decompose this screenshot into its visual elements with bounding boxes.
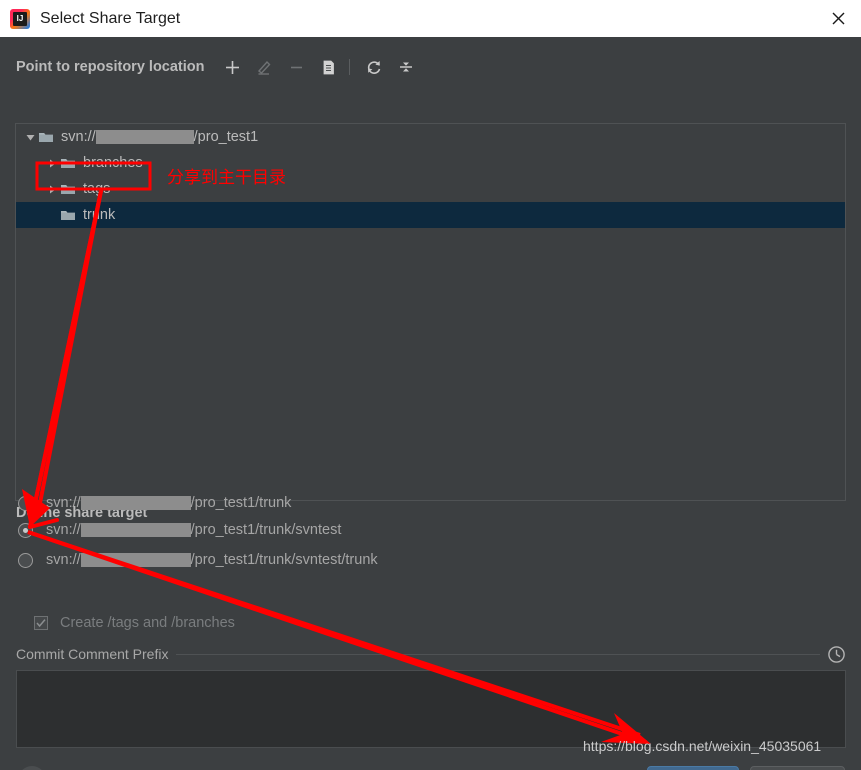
tree-node-prefix: trunk xyxy=(83,207,116,223)
intellij-idea-icon: IJ xyxy=(10,8,30,29)
collapse-all-button[interactable] xyxy=(392,54,420,80)
folder-icon xyxy=(60,181,76,197)
share-target-option[interactable]: svn:// /pro_test1/trunk xyxy=(18,490,291,516)
remove-repository-button[interactable] xyxy=(283,54,311,80)
cancel-button[interactable]: Cancel xyxy=(750,766,845,770)
redacted-host-block xyxy=(80,496,191,510)
radio-button[interactable] xyxy=(18,552,33,568)
folder-icon xyxy=(38,129,54,145)
option-suffix: /pro_test1/trunk/svntest xyxy=(190,522,342,538)
window-title: Select Share Target xyxy=(40,9,181,27)
help-button[interactable]: ? xyxy=(18,766,46,770)
commit-comment-prefix-header: Commit Comment Prefix xyxy=(16,644,846,664)
share-button[interactable]: Share xyxy=(647,766,739,770)
commit-comment-prefix-label: Commit Comment Prefix xyxy=(16,646,169,662)
redacted-host-block xyxy=(80,553,191,567)
share-target-option-label: svn:// /pro_test1/trunk/svntest/trunk xyxy=(46,552,378,568)
radio-button[interactable] xyxy=(18,495,33,511)
checkbox-box xyxy=(34,616,48,630)
option-suffix: /pro_test1/trunk/svntest/trunk xyxy=(190,552,378,568)
option-prefix: svn:// xyxy=(46,522,81,538)
share-target-option-label: svn:// /pro_test1/trunk/svntest xyxy=(46,522,341,538)
repository-header-row: Point to repository location xyxy=(16,54,420,80)
commit-comment-prefix-input[interactable] xyxy=(16,670,846,748)
chinese-annotation-text: 分享到主干目录 xyxy=(167,168,286,188)
copy-document-button[interactable] xyxy=(315,54,343,80)
tree-node-label: svn:// /pro_test1 xyxy=(61,129,258,145)
chevron-down-icon[interactable] xyxy=(22,124,38,150)
option-suffix: /pro_test1/trunk xyxy=(190,495,292,511)
dialog-body: Point to repository location svn:// /pro… xyxy=(0,37,861,770)
edit-repository-button[interactable] xyxy=(251,54,279,80)
tree-row[interactable]: svn:// /pro_test1 xyxy=(16,124,845,150)
add-repository-button[interactable] xyxy=(219,54,247,80)
option-prefix: svn:// xyxy=(46,552,81,568)
tree-node-prefix: branches xyxy=(83,155,143,171)
share-target-option[interactable]: svn:// /pro_test1/trunk/svntest/trunk xyxy=(18,547,378,573)
watermark-text: https://blog.csdn.net/weixin_45035061 xyxy=(583,738,822,754)
tree-node-suffix: /pro_test1 xyxy=(193,129,259,145)
repository-tree[interactable]: svn:// /pro_test1 branches tags trunk xyxy=(15,123,846,501)
repository-location-label: Point to repository location xyxy=(16,59,205,75)
tree-node-label: tags xyxy=(83,181,110,197)
close-icon[interactable] xyxy=(815,0,861,37)
redacted-host-block xyxy=(80,523,191,537)
redacted-host-block xyxy=(95,130,194,144)
refresh-button[interactable] xyxy=(360,54,388,80)
chevron-right-icon[interactable] xyxy=(44,176,60,202)
share-target-option-label: svn:// /pro_test1/trunk xyxy=(46,495,291,511)
chevron-right-icon[interactable] xyxy=(44,150,60,176)
share-target-dialog: IJ Select Share Target Point to reposito… xyxy=(0,0,861,770)
title-bar: IJ Select Share Target xyxy=(0,0,861,37)
tree-row[interactable]: tags xyxy=(16,176,845,202)
toolbar-divider xyxy=(348,59,350,75)
tree-row[interactable]: branches xyxy=(16,150,845,176)
folder-icon xyxy=(60,155,76,171)
tree-node-prefix: svn:// xyxy=(61,129,96,145)
clock-icon[interactable] xyxy=(820,645,846,664)
radio-button[interactable] xyxy=(18,522,33,538)
tree-node-prefix: tags xyxy=(83,181,111,197)
option-prefix: svn:// xyxy=(46,495,81,511)
share-target-option[interactable]: svn:// /pro_test1/trunk/svntest xyxy=(18,517,341,543)
checkbox-label: Create /tags and /branches xyxy=(60,615,235,631)
tree-row[interactable]: trunk xyxy=(16,202,845,228)
tree-node-label: trunk xyxy=(83,207,115,223)
tree-node-label: branches xyxy=(83,155,143,171)
separator-line xyxy=(176,653,820,655)
create-tags-branches-checkbox[interactable]: Create /tags and /branches xyxy=(34,611,235,635)
folder-icon xyxy=(60,207,76,223)
